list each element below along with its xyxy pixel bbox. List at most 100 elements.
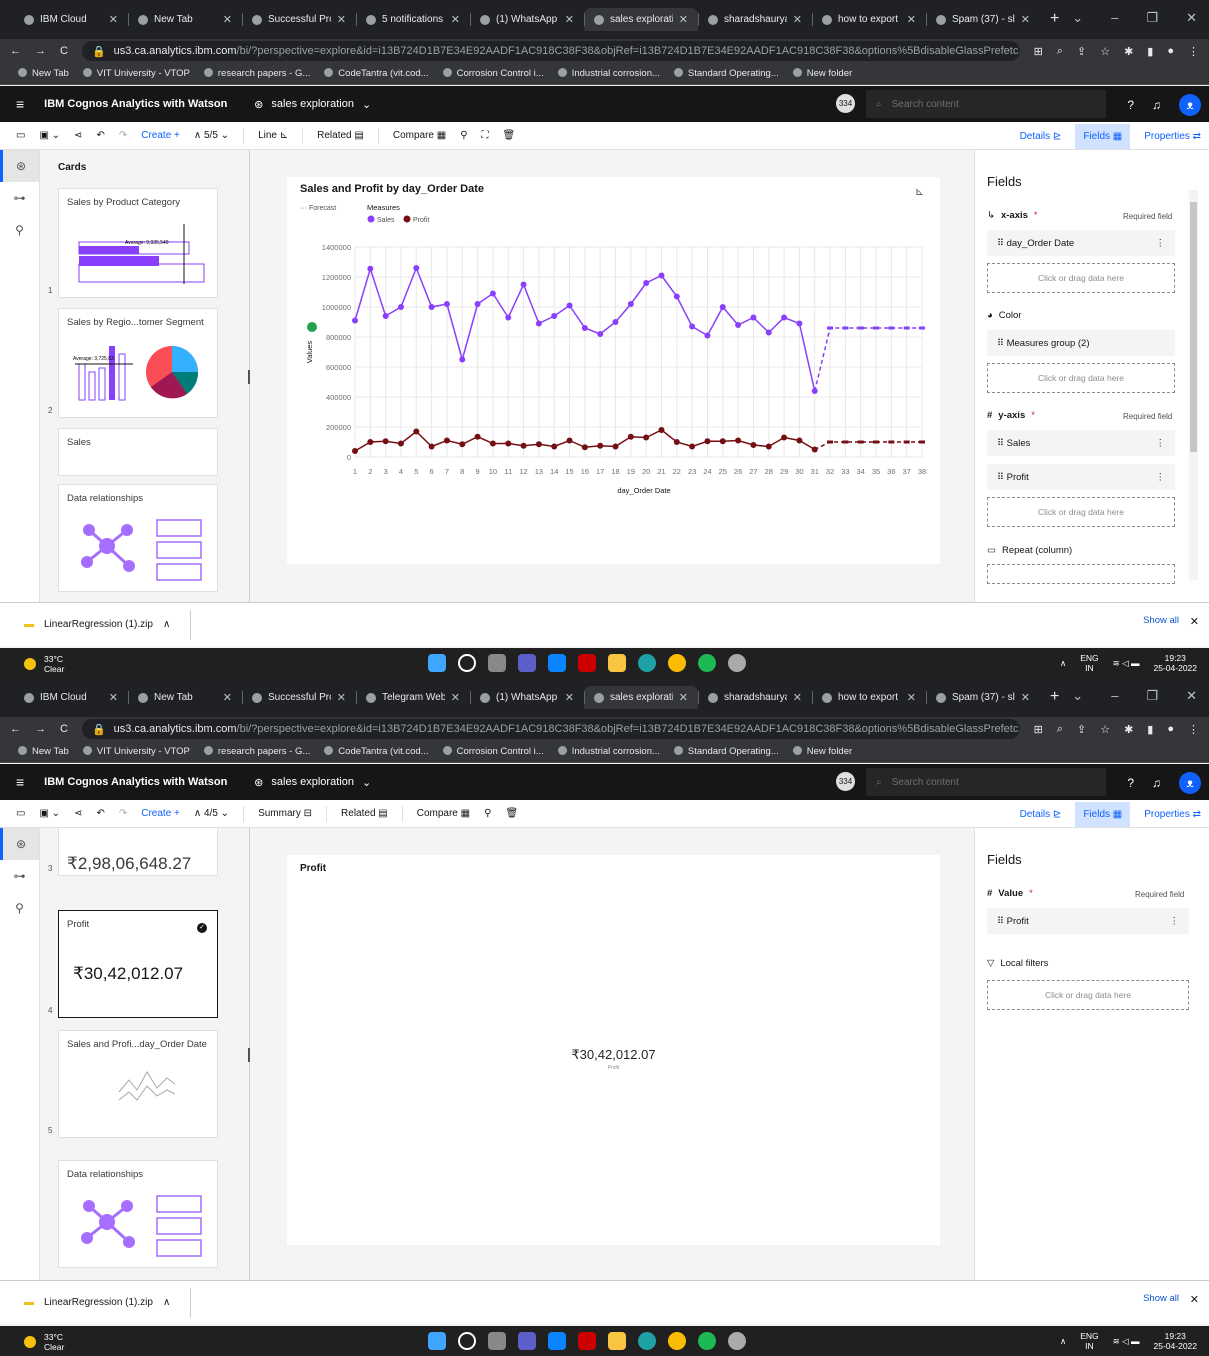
sidebar-icon[interactable]: ▮ [1147,723,1153,736]
comment-icon[interactable]: ▭ [16,130,25,141]
close-tab-icon[interactable]: ✕ [565,13,574,26]
file-explorer-icon[interactable] [608,1332,626,1350]
url-input[interactable]: 🔒 us3.ca.analytics.ibm.com/bi/?perspectiv… [81,41,1020,61]
reload-icon[interactable]: C [60,45,68,57]
wifi-volume-battery-icons[interactable]: ≋ ◁ ▬ [1113,658,1140,668]
app-icon[interactable] [578,1332,596,1350]
drop-zone[interactable]: Click or drag data here [987,263,1175,293]
panel-resize-handle[interactable] [248,1048,250,1062]
close-tab-icon[interactable]: ✕ [109,13,118,26]
x-axis-field[interactable]: ⠿ day_Order Date ⋮ [987,230,1175,256]
drop-zone[interactable]: Click or drag data here [987,980,1189,1010]
browser-tab[interactable]: Spam (37) - sl ✕ [926,8,1040,31]
maximize-icon[interactable]: ❐ [1146,10,1158,26]
close-tab-icon[interactable]: ✕ [337,13,346,26]
more-icon[interactable]: ⋮ [1156,438,1166,449]
hamburger-icon[interactable]: ≡ [16,774,24,790]
translate-icon[interactable]: ⊞ [1034,45,1043,58]
pin-icon[interactable]: ⚲ [0,214,39,246]
data-icon[interactable]: ⊶ [0,182,39,214]
zoom-icon[interactable]: ⌕ [1057,45,1063,58]
browser-tab[interactable]: sharadshaurya ✕ [698,8,812,31]
reload-icon[interactable]: C [60,723,68,735]
scrollbar-thumb[interactable] [1190,202,1197,452]
bookmark-item[interactable]: Corrosion Control i... [442,746,544,757]
card-sales-and-profit[interactable]: Sales and Profi...day_Order Date 5 [48,1030,218,1138]
card-sales[interactable]: Sales [58,428,218,476]
more-icon[interactable]: ⋮ [1156,238,1166,249]
comment-icon[interactable]: ▭ [16,808,25,819]
close-tab-icon[interactable]: ✕ [223,13,232,26]
save-icon[interactable]: ▣ ⌄ [39,130,60,141]
data-icon[interactable]: ⊶ [0,860,39,892]
browser-tab[interactable]: (1) WhatsApp ✕ [470,686,584,709]
bell-icon[interactable]: ♫ [1152,776,1161,790]
close-tab-icon[interactable]: ✕ [679,13,688,26]
y-axis-field-sales[interactable]: ⠿ Sales ⋮ [987,430,1175,456]
share-icon[interactable]: ⇪ [1077,723,1086,736]
page-nav[interactable]: ∧ 5/5 ⌄ [194,130,229,141]
y-axis-field-profit[interactable]: ⠿ Profit ⋮ [987,464,1175,490]
dashboard-switcher[interactable]: ⊛ sales exploration ⌄ [254,98,371,111]
drop-zone[interactable]: Click or drag data here [987,497,1175,527]
pin-icon[interactable]: ⚲ [484,808,491,819]
browser-tab[interactable]: how to export ✕ [812,686,926,709]
browser-tab[interactable]: Successful Pro ✕ [242,8,356,31]
tab-fields[interactable]: Fields ▦ [1075,801,1131,827]
translate-icon[interactable]: ⊞ [1034,723,1043,736]
undo-icon[interactable]: ↶ [96,130,104,141]
cards-icon[interactable]: ⊛ [0,150,39,182]
summary-card[interactable]: Profit ₹30,42,012.07 Profit [287,855,940,1245]
new-tab-button[interactable]: + [1040,8,1069,39]
close-tab-icon[interactable]: ✕ [793,13,802,26]
share-icon[interactable]: ⇪ [1077,45,1086,58]
browser-tab[interactable]: Spam (37) - sl ✕ [926,686,1040,709]
browser-tab[interactable]: sales explorati ✕ [584,8,698,31]
browser-tab[interactable]: 5 notifications ✕ [356,8,470,31]
tab-details[interactable]: Details ⊵ [1020,131,1062,142]
related-button[interactable]: Related ▤ [341,808,388,819]
chrome-icon[interactable] [668,1332,686,1350]
more-icon[interactable]: ⋮ [1156,472,1166,483]
close-tab-icon[interactable]: ✕ [1021,691,1030,704]
browser-tab[interactable]: New Tab ✕ [128,8,242,31]
bookmark-item[interactable]: research papers - G... [203,68,310,79]
share-icon[interactable]: ⋖ [74,808,82,819]
teams-icon[interactable] [518,654,536,672]
chrome-icon[interactable] [668,654,686,672]
tab-details[interactable]: Details ⊵ [1020,809,1062,820]
download-item[interactable]: ▬ LinearRegression (1).zip ∧ [24,609,192,640]
browser-tab[interactable]: Successful Pro ✕ [242,686,356,709]
redo-icon[interactable]: ↷ [119,808,127,819]
bookmark-item[interactable]: New Tab [18,746,69,757]
hamburger-icon[interactable]: ≡ [16,96,24,112]
related-button[interactable]: Related ▤ [317,130,364,141]
menu-icon[interactable]: ⋮ [1188,723,1199,736]
browser-tab[interactable]: IBM Cloud ✕ [14,686,128,709]
save-icon[interactable]: ▣ ⌄ [39,808,60,819]
bookmark-item[interactable]: New Tab [18,68,69,79]
chevron-up-icon[interactable]: ∧ [1060,1336,1066,1346]
download-item[interactable]: ▬ LinearRegression (1).zip ∧ [24,1287,192,1318]
settings-icon[interactable] [728,1332,746,1350]
viz-type-button[interactable]: Line ⊾ [258,130,288,141]
bookmark-item[interactable]: Industrial corrosion... [557,68,660,79]
redo-icon[interactable]: ↷ [119,130,127,141]
bookmark-item[interactable]: Standard Operating... [673,68,779,79]
close-icon[interactable]: ✕ [1190,1293,1199,1306]
weather-widget[interactable]: 33°C Clear [24,654,64,674]
help-icon[interactable]: ? [1127,776,1134,790]
close-tab-icon[interactable]: ✕ [1021,13,1030,26]
tab-properties[interactable]: Properties ⇄ [1144,131,1201,142]
search-input[interactable]: ⌕ Search content [866,768,1106,796]
card-sales-by-product[interactable]: Sales by Product Category Average: 9,935… [48,188,218,298]
browser-tab[interactable]: sharadshaurya ✕ [698,686,812,709]
url-input[interactable]: 🔒 us3.ca.analytics.ibm.com/bi/?perspectiv… [81,719,1020,739]
chevron-down-icon[interactable]: ⌄ [1072,10,1083,26]
share-icon[interactable]: ⋖ [74,130,82,141]
windows-start-icon[interactable] [428,1332,446,1350]
card-profit[interactable]: Profit ✓ ₹30,42,012.07 4 [48,910,218,1018]
bookmark-item[interactable]: CodeTantra (vit.cod... [324,746,429,757]
star-icon[interactable]: ☆ [1100,723,1110,736]
minimize-icon[interactable]: – [1111,688,1118,704]
